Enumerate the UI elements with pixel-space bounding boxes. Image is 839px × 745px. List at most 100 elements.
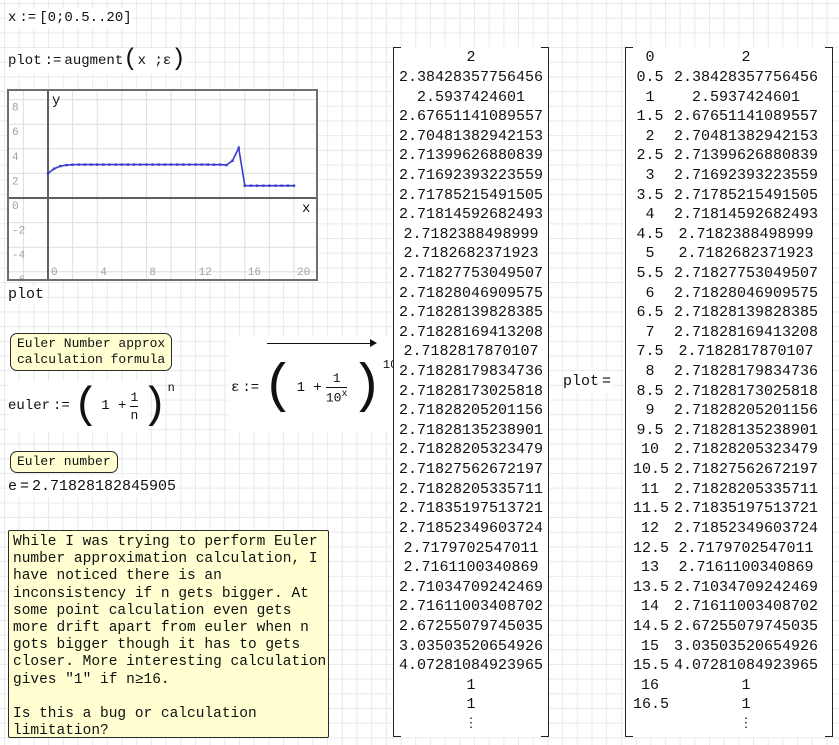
matrix-row: 2.71827562672197	[401, 460, 541, 480]
matrix-row: 52.7182682371923	[633, 244, 825, 264]
matrix-row: 2.71827753049507	[401, 264, 541, 284]
matrix-row: 102.71828205323479	[633, 440, 825, 460]
matrix-cell-epsilon: 2.71828173025818	[667, 383, 825, 400]
note-line: gots bigger though it has to gets	[13, 637, 324, 654]
plot-region[interactable]: 86420-2-4-6048121620yx	[7, 89, 318, 281]
worksheet-canvas[interactable]: x:=[0;0.5..20] plot:=augment(x ;ε) 86420…	[0, 0, 839, 745]
expr-lhs: plot	[8, 51, 42, 71]
annotation-euler-number[interactable]: Euler number	[10, 451, 118, 473]
matrix-row: 9.52.71828135238901	[633, 421, 825, 441]
matrix-row: 16.51	[633, 695, 825, 715]
equals-operator: =	[599, 372, 614, 392]
matrix-row: 2.71828205201156	[401, 401, 541, 421]
open-paren: (	[262, 363, 294, 413]
note-line: number approximation calculation, I	[13, 551, 324, 568]
expr-lhs: plot	[563, 372, 599, 392]
expression-plot-name[interactable]: plot	[8, 286, 44, 304]
matrix-cell-epsilon: 2.38428357756456	[667, 69, 825, 86]
matrix-row: 0.52.38428357756456	[633, 68, 825, 88]
note-line: some point calculation even gets	[13, 603, 324, 620]
open-paren: (	[73, 384, 99, 428]
matrix-cell-x: 16	[633, 677, 667, 694]
plot-canvas: 86420-2-4-6048121620yx	[9, 91, 316, 279]
matrix-cell-epsilon: 2.71828139828385	[667, 304, 825, 321]
matrix-bracket-left	[625, 47, 633, 737]
matrix-row: 72.71828169413208	[633, 323, 825, 343]
matrix-cell-epsilon: 4.07281084923965	[667, 657, 825, 674]
expr-lhs: e	[8, 477, 17, 497]
matrix-row: 2.71692393223559	[401, 166, 541, 186]
note-line: more drift apart from euler when n	[13, 620, 324, 637]
matrix-row: 2.7179702547011	[401, 538, 541, 558]
matrix-row: 5.52.71827753049507	[633, 264, 825, 284]
matrix-row: 2.71828205323479	[401, 440, 541, 460]
expression-plot-result[interactable]: plot=	[563, 371, 614, 393]
matrix-cell-epsilon: 2.7179702547011	[667, 540, 825, 557]
matrix-row: 92.71828205201156	[633, 401, 825, 421]
matrix-row: 7.52.7182817870107	[633, 342, 825, 362]
assign-operator: :=	[16, 8, 39, 28]
fraction: 1n	[130, 390, 138, 423]
matrix-cell-x: 0	[633, 49, 667, 66]
matrix-row: 22.70481382942153	[633, 126, 825, 146]
matrix-cell-epsilon: 2.71835197513721	[667, 500, 825, 517]
matrix-cell-epsilon: 2.71852349603724	[667, 520, 825, 537]
function-args: x ;ε	[138, 51, 172, 71]
close-paren: )	[171, 50, 185, 70]
expr-lhs: ε	[231, 380, 239, 396]
matrix-row: 142.71611003408702	[633, 597, 825, 617]
matrix-row: 2.7182817870107	[401, 342, 541, 362]
svg-text:0: 0	[12, 201, 19, 213]
matrix-cell-x: 3.5	[633, 187, 667, 204]
expr-rhs: [0;0.5..20]	[39, 8, 131, 28]
matrix-row: 2.71785215491505	[401, 185, 541, 205]
fraction: 110x	[326, 371, 348, 405]
expression-plot-definition[interactable]: plot:=augment(x ;ε)	[8, 48, 186, 74]
svg-text:x: x	[302, 201, 310, 217]
note-line	[13, 689, 324, 706]
svg-text:12: 12	[199, 267, 212, 279]
matrix-row: 1	[401, 695, 541, 715]
matrix-row: 14.52.67255079745035	[633, 617, 825, 637]
matrix-row: 2.71828173025818	[401, 381, 541, 401]
svg-text:6: 6	[12, 127, 19, 139]
denominator: 10x	[326, 389, 348, 405]
matrix-cell-epsilon: 2.67255079745035	[667, 618, 825, 635]
annotation-euler-approx[interactable]: Euler Number approx calculation formula	[10, 333, 172, 371]
matrix-row: 12.5937424601	[633, 87, 825, 107]
matrix-cell-x: 5.5	[633, 265, 667, 282]
plot-svg: 86420-2-4-6048121620yx	[9, 91, 316, 279]
matrix-row: 2.5937424601	[401, 87, 541, 107]
expression-epsilon-definition[interactable]: ε:=(1 +110x)10x=	[229, 336, 403, 432]
matrix-row: 2.7161100340869	[401, 558, 541, 578]
matrix-bracket-right	[825, 47, 833, 737]
matrix-epsilon-result[interactable]: 22.384283577564562.59374246012.676511410…	[393, 47, 549, 737]
matrix-cell-epsilon: 1	[667, 677, 825, 694]
svg-text:4: 4	[100, 267, 107, 279]
matrix-row: 2.70481382942153	[401, 126, 541, 146]
assign-operator: :=	[50, 398, 73, 414]
equals-operator: =	[17, 477, 32, 497]
matrix-cell-epsilon: 2.5937424601	[667, 89, 825, 106]
note-line: Is this a bug or calculation	[13, 706, 324, 723]
matrix-cell-x: 10.5	[633, 461, 667, 478]
matrix-cell-x: 15.5	[633, 657, 667, 674]
expression-x-definition[interactable]: x:=[0;0.5..20]	[8, 8, 132, 28]
open-paren: (	[123, 50, 137, 70]
matrix-cell-epsilon: 2.71827562672197	[667, 461, 825, 478]
annotation-note[interactable]: While I was trying to perform Eulernumbe…	[8, 530, 329, 738]
matrix-cell-epsilon: 2.71828046909575	[667, 285, 825, 302]
expression-e-value[interactable]: e=2.71828182845905	[8, 477, 176, 497]
term-one-plus: 1 +	[297, 380, 322, 396]
annotation-line: calculation formula	[17, 352, 165, 368]
matrix-cell-x: 0.5	[633, 69, 667, 86]
matrix-plot-result[interactable]: 020.52.3842835775645612.59374246011.52.6…	[625, 47, 833, 737]
matrix-row: 8.52.71828173025818	[633, 381, 825, 401]
svg-text:20: 20	[297, 267, 310, 279]
matrix-row: 4.52.7182388498999	[633, 224, 825, 244]
matrix-row: 2.52.71399626880839	[633, 146, 825, 166]
numerator: 1	[333, 371, 341, 386]
expression-euler-definition[interactable]: euler:=(1 +1n)n	[8, 381, 148, 431]
matrix-cell-x: 12.5	[633, 540, 667, 557]
matrix-row: 2.67255079745035	[401, 617, 541, 637]
